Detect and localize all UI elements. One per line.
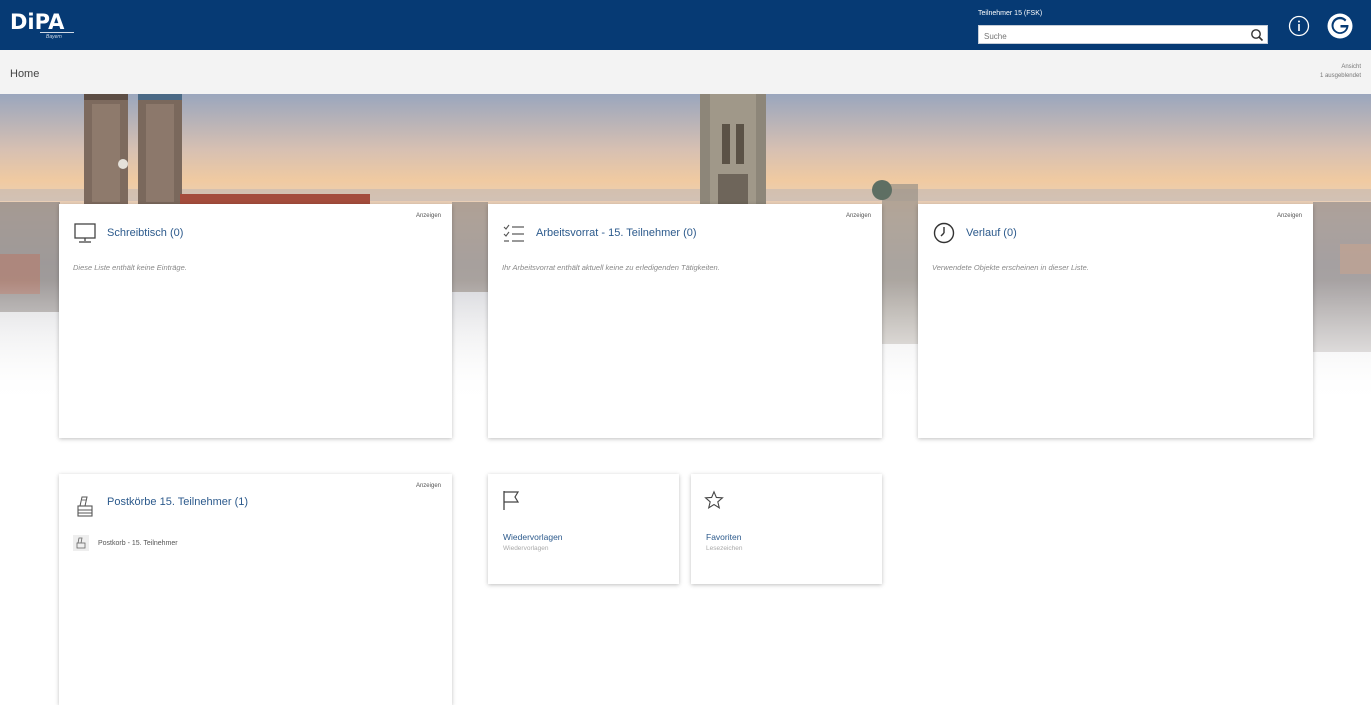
favorites-title: Favoriten: [706, 532, 742, 542]
search-icon[interactable]: [1250, 28, 1264, 42]
resubmissions-tile[interactable]: Wiedervorlagen Wiedervorlagen: [488, 474, 679, 584]
history-card-title[interactable]: Verlauf (0): [966, 227, 1017, 239]
logo-subtitle: Bayern: [46, 34, 62, 40]
user-label: Teilnehmer 15 (FSK): [978, 10, 1043, 17]
desk-card-description: Diese Liste enthält keine Einträge.: [73, 263, 187, 272]
mailboxes-card: Anzeigen Postkörbe 15. Teilnehmer (1) Po…: [59, 474, 452, 705]
favorites-tile[interactable]: Favoriten Lesezeichen: [691, 474, 882, 584]
info-icon[interactable]: [1288, 15, 1310, 37]
search-box: [978, 25, 1268, 45]
app-logo[interactable]: DiPA: [10, 10, 64, 34]
mailboxes-show-link[interactable]: Anzeigen: [416, 483, 441, 489]
monitor-icon: [74, 223, 96, 243]
clock-icon: [933, 222, 955, 244]
top-header: DiPA Bayern Teilnehmer 15 (FSK): [0, 0, 1371, 50]
mailboxes-card-title[interactable]: Postkörbe 15. Teilnehmer (1): [107, 496, 248, 508]
mailbox-small-icon: [73, 535, 89, 551]
favorites-subtitle: Lesezeichen: [706, 545, 743, 552]
checklist-icon: [503, 224, 524, 242]
desk-card-title[interactable]: Schreibtisch (0): [107, 227, 183, 239]
worklist-card-title[interactable]: Arbeitsvorrat - 15. Teilnehmer (0): [536, 227, 697, 239]
flag-icon: [503, 491, 520, 510]
worklist-card: Anzeigen Arbeitsvorrat - 15. Teilnehmer …: [488, 204, 882, 438]
breadcrumb[interactable]: Home: [10, 68, 39, 80]
search-input[interactable]: [979, 28, 1241, 45]
worklist-card-description: Ihr Arbeitsvorrat enthält aktuell keine …: [502, 263, 720, 272]
breadcrumb-bar: Home Ansicht 1 ausgeblendet: [0, 50, 1371, 94]
history-card: Anzeigen Verlauf (0) Verwendete Objekte …: [918, 204, 1313, 438]
worklist-show-link[interactable]: Anzeigen: [846, 213, 871, 219]
brand-logo-icon[interactable]: [1327, 13, 1353, 39]
mailbox-item-label: Postkorb - 15. Teilnehmer: [98, 539, 178, 547]
mailbox-list-item[interactable]: Postkorb - 15. Teilnehmer: [73, 534, 178, 552]
desk-show-link[interactable]: Anzeigen: [416, 213, 441, 219]
resubmissions-subtitle: Wiedervorlagen: [503, 545, 549, 552]
star-icon: [704, 490, 724, 509]
hidden-count: 1 ausgeblendet: [1319, 73, 1361, 79]
mailbox-icon: [77, 496, 93, 517]
logo-underline: [40, 32, 74, 33]
desk-card: Anzeigen Schreibtisch (0) Diese Liste en…: [59, 204, 452, 438]
resubmissions-title: Wiedervorlagen: [503, 532, 563, 542]
view-info[interactable]: Ansicht 1 ausgeblendet: [1320, 63, 1361, 81]
history-show-link[interactable]: Anzeigen: [1277, 213, 1302, 219]
history-card-description: Verwendete Objekte erscheinen in dieser …: [932, 263, 1089, 272]
view-label: Ansicht: [1341, 64, 1361, 70]
